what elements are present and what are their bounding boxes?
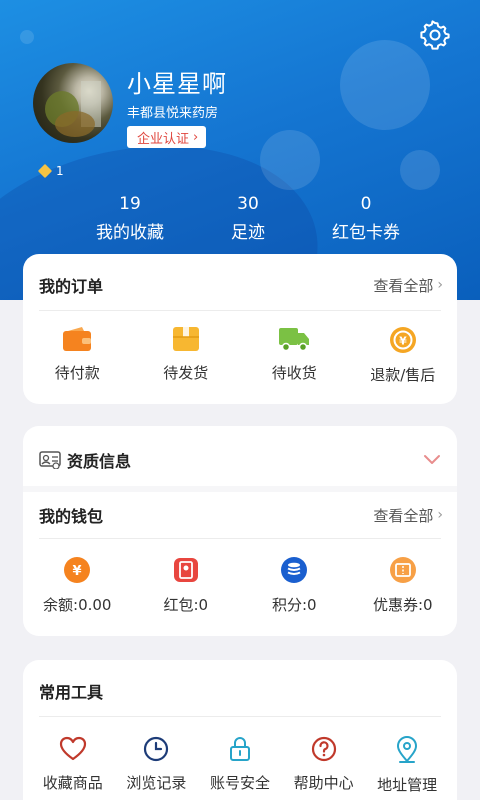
- tool-label: 收藏商品: [42, 774, 103, 792]
- wallet-item-label: 积分:0: [271, 596, 317, 614]
- stat-favorites[interactable]: 19 我的收藏: [70, 194, 190, 243]
- stat-coupons[interactable]: 0 红包卡券: [306, 194, 426, 243]
- tool-favorites[interactable]: 收藏商品: [31, 736, 115, 795]
- tool-history[interactable]: 浏览记录: [115, 736, 199, 795]
- wallet-points[interactable]: 积分:0: [240, 556, 349, 615]
- points-icon: [281, 557, 308, 583]
- tool-label: 帮助中心: [293, 774, 354, 792]
- section-separator: [23, 486, 457, 492]
- divider: [39, 310, 441, 311]
- heart-icon: [59, 736, 86, 761]
- tools-title: 常用工具: [39, 683, 104, 702]
- chevron-down-icon[interactable]: [423, 454, 441, 466]
- member-level: 1: [37, 163, 64, 179]
- header-bokeh: [20, 30, 34, 44]
- header-bokeh: [400, 150, 440, 190]
- order-status-label: 退款/售后: [370, 366, 436, 384]
- stat-number: 19: [119, 194, 141, 214]
- wallet-item-label: 红包:0: [163, 596, 209, 614]
- order-status-label: 待收货: [271, 364, 317, 382]
- tools-row: 收藏商品 浏览记录 账号安全 帮助中心 地址管理: [31, 736, 449, 795]
- stat-label: 红包卡券: [332, 223, 400, 243]
- refund-icon: ¥: [389, 327, 416, 353]
- svg-text:¥: ¥: [399, 335, 407, 348]
- tool-label: 浏览记录: [126, 774, 187, 792]
- location-icon: [397, 736, 418, 763]
- tool-label: 账号安全: [209, 774, 270, 792]
- wallet-items-row: ¥ 余额:0.00 红包:0 积分:0 优惠券:0: [23, 556, 457, 615]
- order-refund[interactable]: ¥ 退款/售后: [349, 326, 458, 385]
- orders-title: 我的订单: [39, 277, 104, 296]
- avatar[interactable]: [33, 63, 113, 143]
- wallet-icon: [63, 327, 92, 351]
- header-bokeh: [260, 130, 320, 190]
- stat-label: 我的收藏: [96, 223, 164, 243]
- store-name: 丰都县悦来药房: [127, 106, 219, 121]
- stat-footprints[interactable]: 30 足迹: [188, 194, 308, 243]
- tool-address[interactable]: 地址管理: [365, 736, 449, 795]
- chevron-right-icon: ›: [437, 507, 443, 523]
- orders-card: 我的订单 查看全部 › 待付款 待发货 待收货 ¥ 退款/售后: [23, 254, 457, 404]
- divider: [39, 538, 441, 539]
- wallet-item-label: 余额:0.00: [43, 596, 112, 614]
- wallet-card: 资质信息 我的钱包 查看全部 › ¥ 余额:0.00 红包:0 积分:0 优惠券…: [23, 426, 457, 636]
- qualification-row[interactable]: 资质信息: [39, 440, 441, 480]
- wallet-item-label: 优惠券:0: [372, 596, 433, 614]
- chevron-right-icon: ›: [193, 129, 199, 145]
- tools-header: 常用工具: [39, 670, 443, 712]
- wallet-balance[interactable]: ¥ 余额:0.00: [23, 556, 132, 615]
- username: 小星星啊: [127, 70, 227, 98]
- qualification-title: 资质信息: [67, 452, 132, 471]
- tool-help[interactable]: 帮助中心: [282, 736, 366, 795]
- wallet-see-all-link[interactable]: 查看全部 ›: [373, 505, 443, 526]
- wallet-header: 我的钱包 查看全部 ›: [39, 494, 443, 536]
- red-packet-icon: [173, 558, 198, 582]
- stats-bar: 19 我的收藏 30 足迹 0 红包卡券: [70, 194, 430, 244]
- id-card-icon: [39, 451, 61, 469]
- package-icon: [172, 327, 199, 351]
- see-all-label: 查看全部: [373, 276, 434, 295]
- header-bokeh: [340, 40, 430, 130]
- see-all-label: 查看全部: [373, 506, 434, 525]
- orders-see-all-link[interactable]: 查看全部 ›: [373, 275, 443, 296]
- divider: [39, 716, 441, 717]
- coupon-icon: [389, 557, 416, 583]
- stat-label: 足迹: [231, 223, 265, 243]
- wallet-title: 我的钱包: [39, 507, 104, 526]
- order-pending-payment[interactable]: 待付款: [23, 326, 132, 385]
- balance-icon: ¥: [64, 557, 91, 583]
- order-status-row: 待付款 待发货 待收货 ¥ 退款/售后: [23, 326, 457, 385]
- order-status-label: 待发货: [163, 364, 209, 382]
- order-pending-receipt[interactable]: 待收货: [240, 326, 349, 385]
- order-pending-shipment[interactable]: 待发货: [132, 326, 241, 385]
- diamond-icon: [37, 163, 53, 179]
- stat-number: 30: [237, 194, 259, 214]
- wallet-coupon[interactable]: 优惠券:0: [349, 556, 458, 615]
- tools-card: 常用工具 收藏商品 浏览记录 账号安全 帮助中心 地址管理: [23, 660, 457, 800]
- clock-icon: [144, 736, 169, 762]
- stat-number: 0: [360, 194, 372, 214]
- cert-label: 企业认证: [137, 131, 190, 147]
- chevron-right-icon: ›: [437, 277, 443, 293]
- level-value: 1: [56, 164, 64, 178]
- orders-header: 我的订单 查看全部 ›: [39, 264, 443, 306]
- tool-security[interactable]: 账号安全: [198, 736, 282, 795]
- lock-icon: [229, 737, 250, 761]
- question-icon: [311, 736, 336, 762]
- svg-text:¥: ¥: [73, 564, 82, 579]
- wallet-red-packet[interactable]: 红包:0: [132, 556, 241, 615]
- truck-icon: [279, 328, 310, 352]
- settings-gear-icon[interactable]: [420, 20, 450, 50]
- order-status-label: 待付款: [54, 364, 100, 382]
- enterprise-cert-button[interactable]: 企业认证 ›: [127, 126, 207, 148]
- tool-label: 地址管理: [377, 776, 438, 794]
